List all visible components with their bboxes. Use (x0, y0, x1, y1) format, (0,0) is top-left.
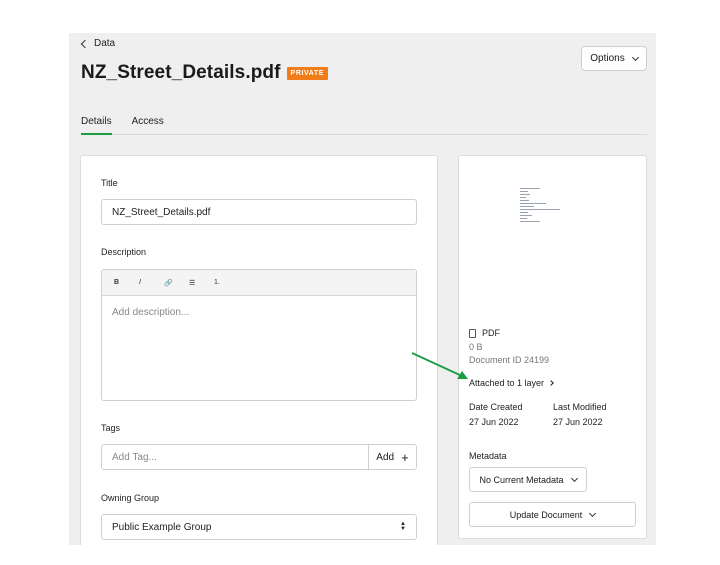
editor-toolbar: B I 🔗 ☰ 1. (102, 270, 416, 296)
attached-layers-link[interactable]: Attached to 1 layer (469, 378, 554, 388)
file-type-row: PDF (469, 328, 500, 338)
date-created-value: 27 Jun 2022 (469, 417, 519, 427)
owning-group-select[interactable]: Public Example Group ▲ ▼ (101, 514, 417, 540)
document-id: Document ID 24199 (469, 355, 550, 365)
link-icon[interactable]: 🔗 (164, 279, 189, 287)
bold-button[interactable]: B (114, 279, 139, 286)
plus-icon: + (401, 449, 409, 465)
chevron-down-icon (589, 509, 597, 517)
private-badge: PRIVATE (286, 66, 329, 80)
owning-group-value: Public Example Group (112, 521, 212, 533)
metadata-label: Metadata (469, 451, 507, 461)
tab-bar: Details Access (81, 116, 647, 135)
last-modified-label: Last Modified (553, 402, 607, 412)
owning-group-label: Owning Group (101, 493, 160, 503)
select-arrows-icon: ▲ ▼ (400, 521, 406, 532)
chevron-right-icon (548, 380, 554, 386)
description-label: Description (101, 247, 147, 257)
title-value: NZ_Street_Details.pdf (112, 206, 211, 218)
document-card: PDF 0 B Document ID 24199 Attached to 1 … (458, 155, 647, 539)
annotation-arrow-icon (411, 352, 468, 379)
tag-placeholder: Add Tag... (112, 451, 157, 463)
date-created-label: Date Created (469, 402, 523, 412)
metadata-button-label: No Current Metadata (479, 474, 564, 485)
file-type: PDF (482, 328, 500, 338)
tag-input[interactable]: Add Tag... (102, 445, 369, 469)
numbered-list-button[interactable]: 1. (214, 279, 239, 286)
metadata-button[interactable]: No Current Metadata (469, 467, 587, 492)
options-label: Options (590, 53, 625, 64)
tag-field: Add Tag... Add + (101, 444, 417, 470)
tab-access[interactable]: Access (132, 116, 164, 135)
title-row: NZ_Street_Details.pdf PRIVATE (81, 62, 329, 84)
title-input[interactable]: NZ_Street_Details.pdf (101, 199, 417, 225)
back-link[interactable]: Data (80, 38, 116, 49)
file-size: 0 B (469, 342, 483, 352)
last-modified-value: 27 Jun 2022 (553, 417, 603, 427)
chevron-down-icon (631, 53, 639, 61)
tab-details[interactable]: Details (81, 116, 112, 135)
options-button[interactable]: Options (581, 46, 647, 71)
title-label: Title (101, 178, 118, 188)
chevron-down-icon (570, 474, 578, 482)
back-label: Data (94, 38, 116, 49)
app-frame: Data NZ_Street_Details.pdf PRIVATE Optio… (69, 33, 656, 545)
description-placeholder: Add description... (112, 307, 190, 318)
attached-layers-label: Attached to 1 layer (469, 378, 545, 388)
description-editor: B I 🔗 ☰ 1. Add description... (101, 269, 417, 401)
file-icon (469, 328, 476, 338)
bullet-list-icon[interactable]: ☰ (189, 279, 214, 287)
document-thumbnail[interactable] (520, 188, 564, 236)
details-card: Title NZ_Street_Details.pdf Description … (80, 155, 438, 545)
chevron-left-icon (80, 39, 90, 48)
update-document-label: Update Document (509, 509, 583, 520)
italic-button[interactable]: I (139, 279, 164, 286)
add-tag-button[interactable]: Add + (369, 445, 416, 469)
update-document-button[interactable]: Update Document (469, 502, 636, 527)
page-title: NZ_Street_Details.pdf (81, 62, 281, 83)
description-input[interactable]: Add description... (102, 296, 416, 329)
tags-label: Tags (101, 423, 121, 433)
add-label: Add (376, 451, 395, 463)
